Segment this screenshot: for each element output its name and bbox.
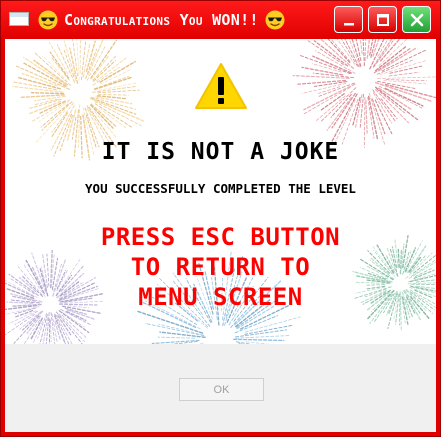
maximize-icon (376, 13, 389, 26)
window-title: Congratulations You WON!! (38, 9, 285, 31)
dialog-client-area: IT IS NOT A JOKE YOU SUCCESSFULLY COMPLE… (5, 39, 436, 432)
close-icon (410, 13, 423, 26)
ok-button[interactable]: OK (179, 378, 264, 401)
minimize-icon (343, 22, 354, 25)
instruction-line: PRESS ESC BUTTON (100, 223, 341, 251)
subline-text: YOU SUCCESSFULLY COMPLETED THE LEVEL (85, 181, 356, 196)
warning-icon (195, 63, 247, 109)
window-title-text: Congratulations You WON!! (64, 11, 259, 29)
sunglasses-emoji-icon (38, 10, 58, 30)
window-app-icon (9, 12, 29, 26)
minimize-button[interactable] (334, 6, 363, 33)
instruction-line: MENU SCREEN (138, 283, 303, 311)
dialog-window: Congratulations You WON!! IT IS NOT A JO… (0, 0, 441, 437)
instruction-text: PRESS ESC BUTTON TO RETURN TO MENU SCREE… (5, 222, 436, 312)
message-panel: IT IS NOT A JOKE YOU SUCCESSFULLY COMPLE… (5, 39, 436, 344)
maximize-button[interactable] (368, 6, 397, 33)
close-button[interactable] (402, 6, 431, 33)
title-bar[interactable]: Congratulations You WON!! (1, 1, 440, 39)
headline-text: IT IS NOT A JOKE (101, 139, 340, 165)
sunglasses-emoji-icon (265, 10, 285, 30)
instruction-line: TO RETURN TO (130, 253, 311, 281)
firework-burst (292, 39, 436, 148)
